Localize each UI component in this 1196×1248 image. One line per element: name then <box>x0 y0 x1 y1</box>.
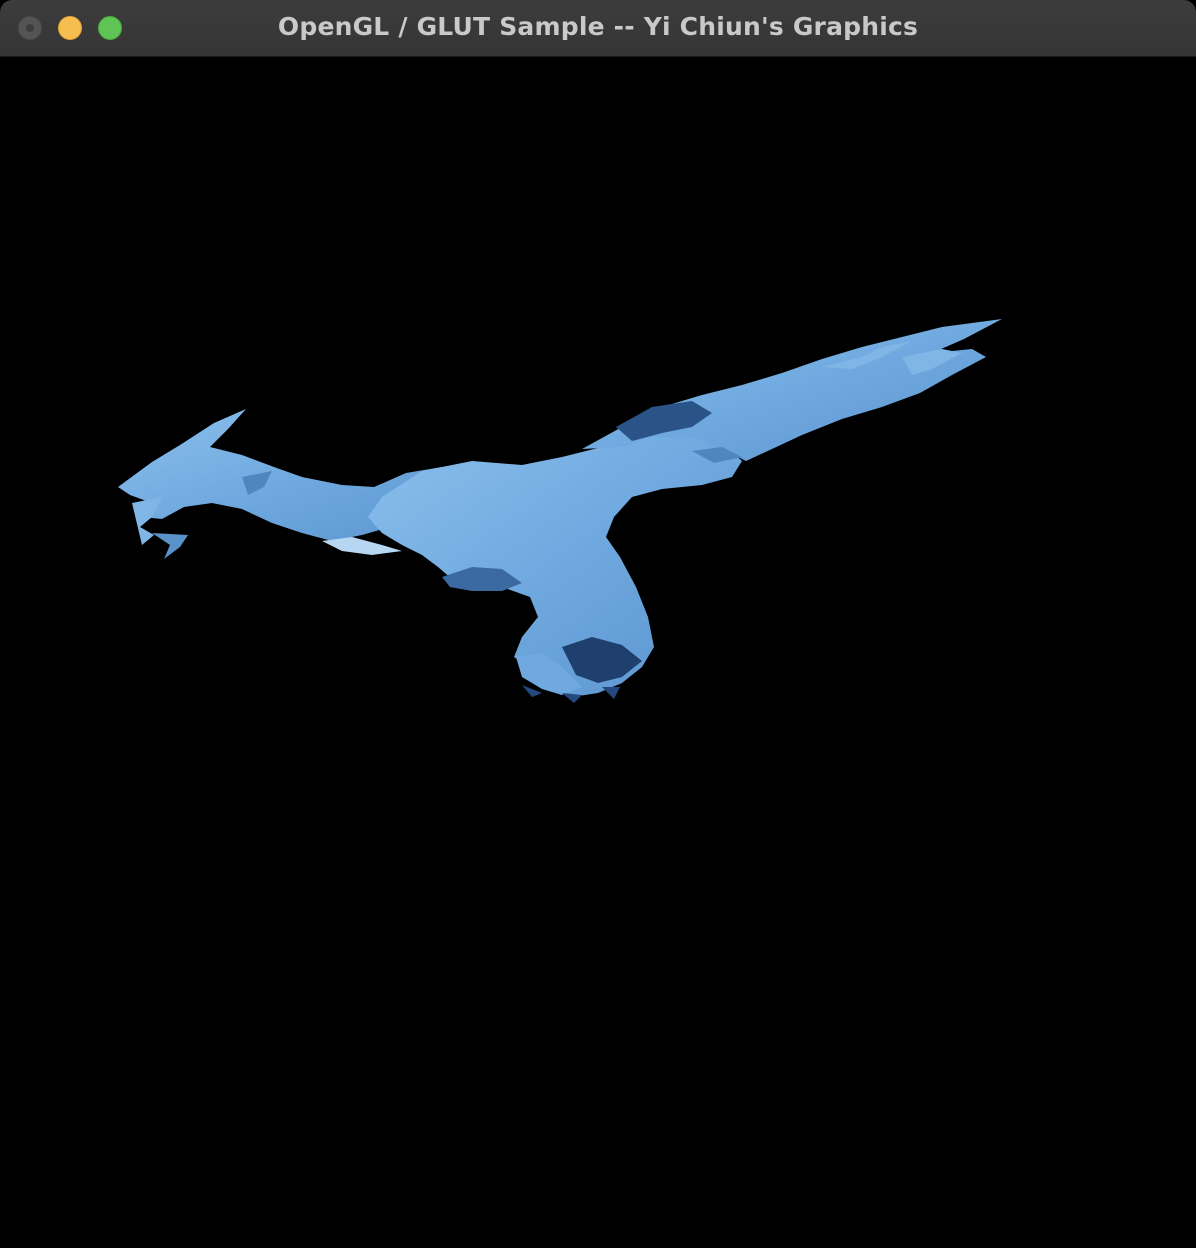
title-bar[interactable]: OpenGL / GLUT Sample -- Yi Chiun's Graph… <box>0 0 1196 57</box>
dragon-model-render <box>118 319 1002 703</box>
window-title: OpenGL / GLUT Sample -- Yi Chiun's Graph… <box>277 12 919 41</box>
app-window: OpenGL / GLUT Sample -- Yi Chiun's Graph… <box>0 0 1196 1248</box>
opengl-viewport[interactable] <box>2 57 1196 1248</box>
dragon-left-wing-fringe <box>132 497 162 545</box>
dragon-body <box>368 429 742 697</box>
dragon-highlight <box>322 537 402 555</box>
dragon-left-claw <box>152 533 188 559</box>
